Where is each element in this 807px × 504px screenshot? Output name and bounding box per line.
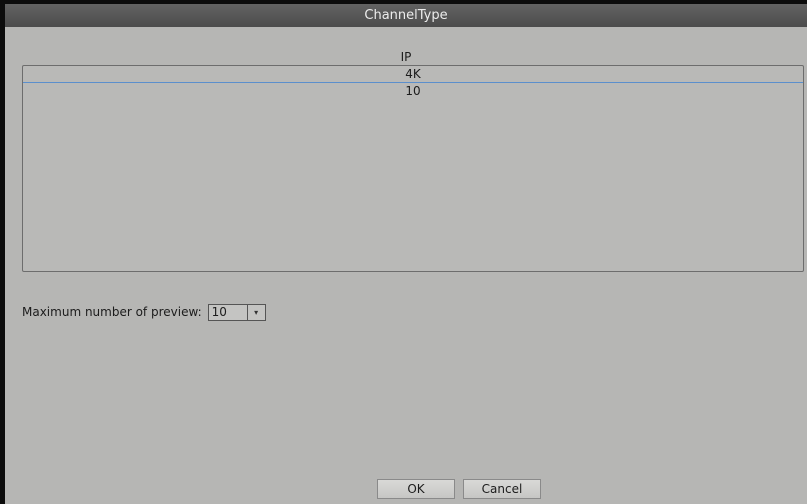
chevron-down-icon[interactable]: ▾	[246, 304, 265, 320]
list-column-header: IP	[400, 50, 412, 64]
list-item-10[interactable]: 10	[23, 83, 803, 99]
max-preview-value: 10	[211, 304, 227, 319]
dialog-title: ChannelType	[5, 4, 807, 27]
max-preview-label: Maximum number of preview:	[22, 305, 202, 319]
channel-type-list[interactable]: 4K 10	[22, 65, 804, 272]
max-preview-dropdown[interactable]: 10 ▾	[207, 303, 266, 321]
channel-type-dialog: ChannelType IP 4K 10 Maximum number of p…	[5, 4, 807, 504]
ok-button[interactable]: OK	[377, 479, 455, 499]
max-preview-row: Maximum number of preview: 10 ▾	[22, 302, 266, 322]
cancel-button[interactable]: Cancel	[463, 479, 541, 499]
list-item-4k[interactable]: 4K	[23, 66, 803, 83]
